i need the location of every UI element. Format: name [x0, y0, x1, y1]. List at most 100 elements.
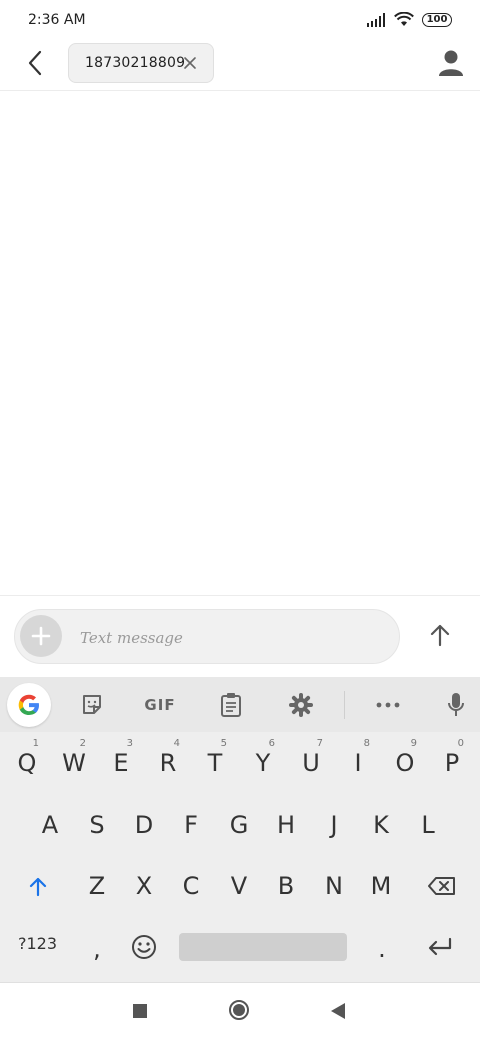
gif-label: GIF: [144, 696, 176, 714]
sticker-glyph: [83, 695, 101, 714]
key-label: P: [444, 749, 460, 777]
key-x[interactable]: X: [120, 857, 168, 915]
close-icon[interactable]: [181, 54, 199, 72]
key-label: .: [378, 935, 386, 963]
key-u[interactable]: U7: [287, 734, 335, 792]
key-y[interactable]: Y6: [239, 734, 287, 792]
status-icons: 100: [366, 12, 452, 27]
key-f[interactable]: F: [167, 796, 215, 854]
key-g[interactable]: G: [215, 796, 263, 854]
mic-icon[interactable]: [434, 683, 478, 727]
compose-divider: [0, 595, 480, 596]
key-label: C: [182, 872, 200, 900]
key-hint: 1: [32, 738, 39, 749]
key-label: S: [89, 811, 105, 839]
toolbar-separator: [344, 691, 345, 719]
home-icon[interactable]: [229, 1000, 249, 1020]
mic-glyph: [448, 693, 464, 716]
settings-icon[interactable]: [279, 683, 323, 727]
key-label: T: [207, 749, 223, 777]
key-s[interactable]: S: [73, 796, 121, 854]
back-button[interactable]: [18, 46, 52, 80]
key-hint: 5: [220, 738, 227, 749]
key-label: B: [277, 872, 295, 900]
key-hint: 9: [410, 738, 417, 749]
key-label: K: [373, 811, 389, 839]
key-i[interactable]: I8: [334, 734, 382, 792]
google-icon[interactable]: [7, 683, 51, 727]
key-e[interactable]: E3: [97, 734, 145, 792]
key-a[interactable]: A: [26, 796, 74, 854]
key-t[interactable]: T5: [191, 734, 239, 792]
key-j[interactable]: J: [310, 796, 358, 854]
shift-icon: [29, 877, 47, 897]
key-label: Q: [17, 749, 37, 777]
back-arrow-icon: [28, 50, 42, 76]
send-button[interactable]: [424, 619, 456, 651]
key-label: D: [134, 811, 154, 839]
recents-icon[interactable]: [133, 1004, 147, 1018]
key-label: L: [421, 811, 435, 839]
enter-key[interactable]: [416, 918, 464, 976]
key-label: R: [159, 749, 177, 777]
emoji-icon: [132, 935, 156, 959]
key-label: H: [276, 811, 296, 839]
attach-button[interactable]: [20, 615, 62, 657]
key-label: G: [229, 811, 249, 839]
key-label: N: [325, 872, 343, 900]
key-label: X: [135, 872, 153, 900]
more-glyph: [376, 702, 400, 708]
clipboard-icon[interactable]: [209, 683, 253, 727]
key-w[interactable]: W2: [50, 734, 98, 792]
space-bar[interactable]: [179, 933, 347, 961]
key-label: V: [230, 872, 248, 900]
more-icon[interactable]: [366, 683, 410, 727]
key-label: E: [113, 749, 129, 777]
key-r[interactable]: R4: [144, 734, 192, 792]
signal-icon: [367, 12, 385, 27]
enter-icon: [428, 937, 452, 956]
period-key[interactable]: .: [358, 920, 406, 978]
key-hint: 0: [457, 738, 464, 749]
home-icon-dot: [233, 1004, 245, 1016]
conversation-area: [0, 91, 480, 595]
message-input[interactable]: [14, 609, 400, 664]
key-v[interactable]: V: [215, 857, 263, 915]
key-m[interactable]: M: [357, 857, 405, 915]
key-hint: 4: [173, 738, 180, 749]
key-label: W: [62, 749, 86, 777]
key-c[interactable]: C: [167, 857, 215, 915]
key-q[interactable]: Q1: [3, 734, 51, 792]
emoji-key[interactable]: [120, 918, 168, 976]
wifi-icon: [394, 12, 414, 26]
key-k[interactable]: K: [357, 796, 405, 854]
clipboard-glyph: [221, 693, 241, 717]
symbols-key[interactable]: ?123: [18, 934, 57, 953]
contact-icon[interactable]: [436, 48, 466, 78]
key-o[interactable]: O9: [381, 734, 429, 792]
status-time: 2:36 AM: [28, 12, 86, 28]
send-arrow-icon: [430, 624, 450, 647]
key-h[interactable]: H: [262, 796, 310, 854]
back-icon[interactable]: [331, 1003, 345, 1019]
key-p[interactable]: P0: [428, 734, 476, 792]
key-label: M: [370, 872, 392, 900]
key-hint: 8: [363, 738, 370, 749]
comma-key[interactable]: ,: [73, 920, 121, 978]
shift-key[interactable]: [14, 857, 62, 915]
key-label: I: [354, 749, 362, 777]
key-n[interactable]: N: [310, 857, 358, 915]
google-logo: [18, 694, 39, 715]
key-b[interactable]: B: [262, 857, 310, 915]
key-d[interactable]: D: [120, 796, 168, 854]
recipient-chip[interactable]: 18730218809: [68, 43, 214, 83]
gear-glyph: [289, 693, 313, 717]
backspace-key[interactable]: [418, 857, 466, 915]
sticker-icon[interactable]: [70, 683, 114, 727]
key-l[interactable]: L: [404, 796, 452, 854]
key-hint: 2: [79, 738, 86, 749]
key-label: A: [41, 811, 59, 839]
gif-icon[interactable]: GIF: [138, 683, 182, 727]
key-label: Z: [88, 872, 106, 900]
key-z[interactable]: Z: [73, 857, 121, 915]
